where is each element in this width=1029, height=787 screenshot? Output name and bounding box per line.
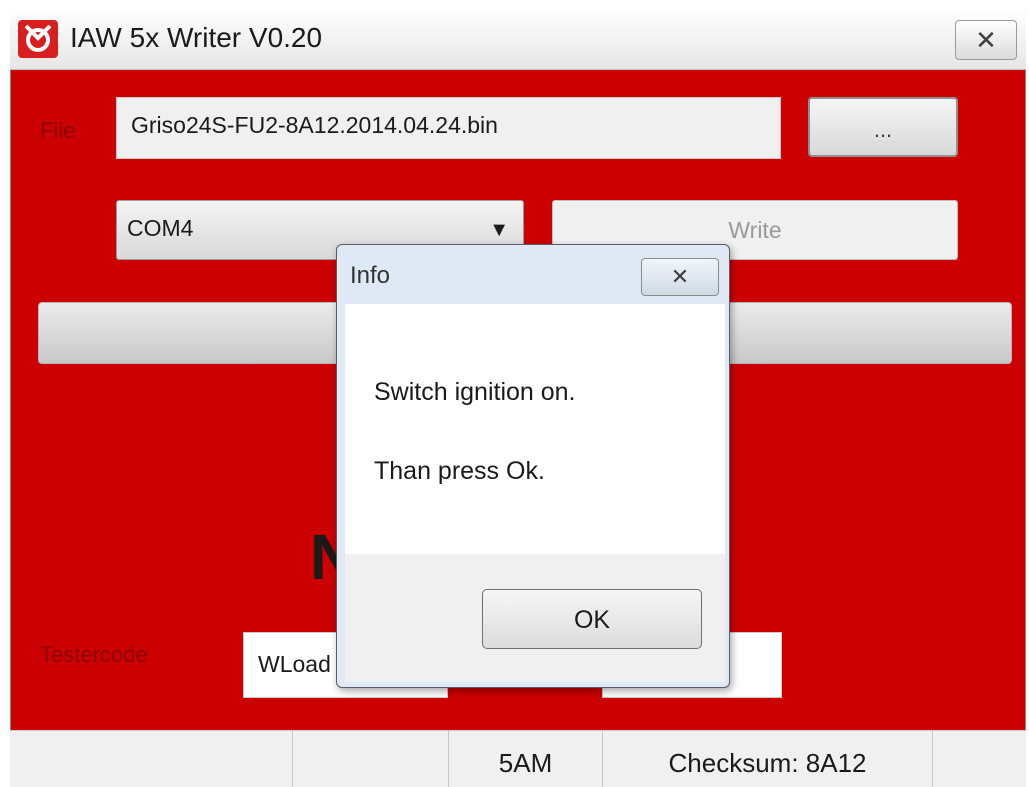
ok-button-label: OK	[573, 606, 611, 634]
testercode-label: Testercode	[40, 642, 148, 667]
dialog-message-line-1: Switch ignition on.	[374, 378, 576, 406]
close-icon: ✕	[975, 25, 997, 55]
browse-button-label: ...	[873, 117, 893, 142]
status-cell-model: 5AM	[498, 748, 553, 778]
chevron-down-icon: ▼	[489, 219, 509, 241]
com-port-value: COM4	[127, 215, 194, 241]
dialog-body	[345, 304, 725, 554]
testercode-value: WLoad	[258, 651, 331, 677]
browse-button[interactable]: ...	[808, 97, 958, 157]
ok-button[interactable]: OK	[482, 589, 702, 649]
dialog-title: Info	[350, 262, 391, 289]
window-title: IAW 5x Writer V0.20	[70, 22, 323, 53]
file-path-field[interactable]: Griso24S-FU2-8A12.2014.04.24.bin	[116, 97, 781, 159]
window-close-button[interactable]: ✕	[955, 20, 1017, 60]
file-path-value: Griso24S-FU2-8A12.2014.04.24.bin	[131, 112, 498, 138]
dialog-close-button[interactable]: ✕	[641, 258, 719, 296]
status-cell-checksum: Checksum: 8A12	[668, 748, 867, 778]
dialog-message-line-2: Than press Ok.	[374, 457, 545, 485]
write-button-label: Write	[728, 217, 782, 243]
file-label: File	[40, 118, 76, 143]
close-icon: ✕	[670, 264, 690, 289]
status-divider	[292, 730, 293, 787]
app-icon	[18, 20, 58, 58]
status-divider	[932, 730, 933, 787]
